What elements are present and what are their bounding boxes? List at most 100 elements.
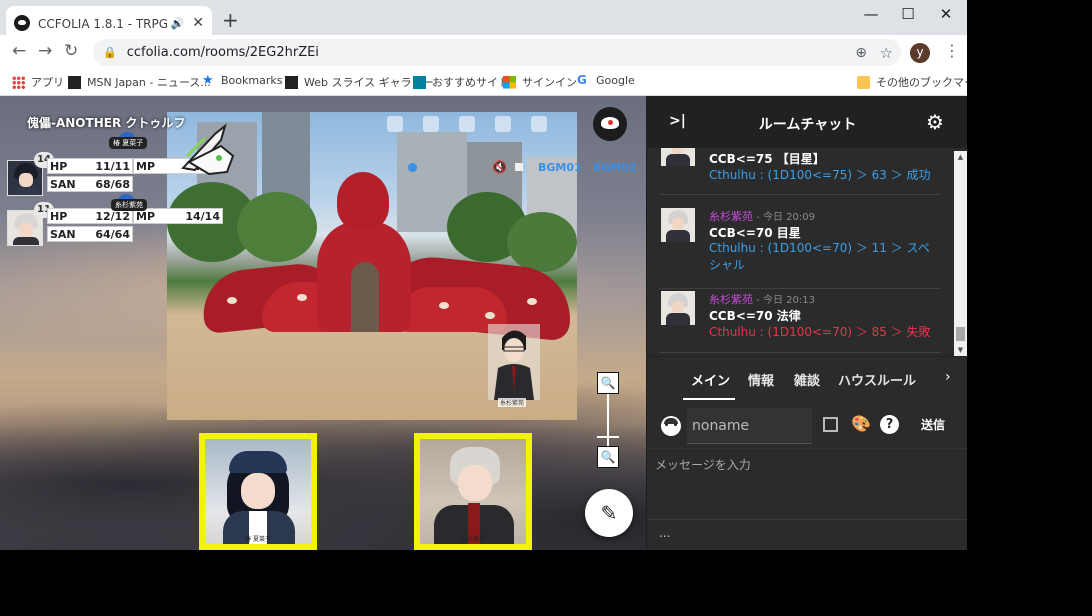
list-icon[interactable] [823,417,838,432]
mute-icon[interactable]: 🔇 [492,160,507,174]
gear-icon[interactable]: ⚙ [926,110,944,134]
bookmark-star-icon[interactable]: ☆ [880,44,893,62]
scroll-thumb[interactable] [956,327,965,341]
room-chat-panel: >| ルームチャット ⚙ CCB<=75 【目星】 Cthulhu : (1D1… [646,96,967,550]
new-tab-button[interactable]: + [222,8,239,32]
edit-pencil-button[interactable]: ✎ [585,489,633,537]
chat-message: 糸杉紫苑 - 今日 20:09 CCB<=70 目星 Cthulhu : (1D… [647,208,953,280]
scroll-down-arrow-icon[interactable]: ▼ [954,344,967,356]
screen-icon-row [387,116,547,132]
message-command: CCB<=75 【目星】 [709,152,825,166]
chat-log[interactable]: CCB<=75 【目星】 Cthulhu : (1D100<=75) ＞ 63 … [647,148,953,356]
scroll-up-arrow-icon[interactable]: ▲ [954,151,967,163]
message-input[interactable] [647,448,967,518]
chat-title: ルームチャット [758,117,857,133]
character-card-2[interactable]: 糸杉紫苑 [414,433,532,550]
stop-icon[interactable] [515,163,523,171]
san-bar: SAN 68/68 [47,176,133,192]
url-text: ccfolia.com/rooms/2EG2hrZEi [126,45,319,60]
menu-kebab-icon[interactable]: ⋮ [944,41,960,60]
room-title: 傀儡-ANOTHER クトゥルフ [27,116,186,130]
profile-avatar[interactable]: y [910,43,930,63]
minimize-button[interactable]: — [853,4,889,24]
windows-icon [503,75,516,89]
zoom-in-icon[interactable]: 🔍 [597,372,619,394]
chat-scrollbar[interactable]: ▲ ▼ [954,151,967,356]
add-icon [459,116,475,132]
more-options-icon[interactable]: ... [659,526,670,540]
bing-icon [413,75,426,89]
token-name-tag: 椿 夏菜子 [109,137,148,149]
octopus-head [337,172,389,230]
palette-icon[interactable]: 🎨 [851,414,871,433]
forward-arrow-icon[interactable]: → [38,41,52,61]
star-icon: ★ [202,73,214,88]
hp-bar: HP 11/11 [47,158,133,174]
bookmark-signin[interactable]: サインイン [503,74,577,90]
bgm02-label[interactable]: BGM02 [593,161,637,174]
install-app-icon[interactable]: ⊕ [855,45,867,61]
display-icon [495,116,511,132]
slice-icon [285,75,298,89]
browser-toolbar: ← → ↻ 🔒 ccfolia.com/rooms/2EG2hrZEi ⊕ ☆ … [0,35,967,70]
card-label: 椿 夏菜子 [245,536,271,543]
pencil-icon: ✎ [600,501,618,525]
bgm-indicator-dot [408,163,417,172]
character-status-2[interactable]: 11 HP 12/12 MP 14/14 SAN 64/64 [7,202,223,246]
message-result: Cthulhu : (1D100<=70) ＞ 85 ＞ 失敗 [709,325,931,339]
bookmarks-bar: アプリ MSN Japan - ニュース... ★ Bookmarks Web … [0,70,967,96]
snake-emblem-icon[interactable] [175,116,239,184]
zoom-slider-track[interactable] [607,392,609,454]
card-label: 糸杉紫苑 [460,536,485,543]
bookmark-msn[interactable]: MSN Japan - ニュース... [68,74,211,90]
tab-chat[interactable]: 雑談 [794,370,820,389]
tab-main[interactable]: メイン [691,370,730,389]
other-bookmarks[interactable]: その他のブックマーク [857,74,967,90]
bgm01-label[interactable]: BGM01 [538,161,582,174]
character-piece[interactable] [486,322,542,402]
octopus-tunnel [351,262,379,332]
game-board[interactable]: 傀儡-ANOTHER クトゥルフ 14 HP11/11 MP14/14 SAN6… [0,96,646,550]
ccfolia-logo-icon[interactable] [593,107,627,141]
back-arrow-icon[interactable]: ← [12,41,26,61]
address-bar[interactable]: 🔒 ccfolia.com/rooms/2EG2hrZEi ⊕ ☆ [93,39,901,66]
google-icon: G [577,73,587,87]
help-icon[interactable]: ? [880,415,899,434]
msn-icon [68,75,81,89]
apps-grid-icon [12,75,25,89]
tab-close-icon[interactable]: ✕ [192,15,204,31]
message-avatar [661,148,695,166]
zoom-out-icon[interactable]: 🔍 [597,446,619,468]
message-avatar [661,208,695,242]
message-avatar [661,291,695,325]
character-name-input[interactable] [687,408,812,444]
zoom-slider-thumb[interactable] [597,436,619,438]
send-button[interactable]: 送信 [921,416,945,433]
tab-info[interactable]: 情報 [748,370,774,389]
chat-message: 糸杉紫苑 - 今日 20:13 CCB<=70 法律 Cthulhu : (1D… [647,291,953,351]
piece-label: 糸杉紫苑 [498,398,527,407]
mp-bar: MP14/14 [133,208,223,224]
maximize-button[interactable]: ☐ [890,4,926,24]
message-sender: 糸杉紫苑 - 今日 20:09 [709,210,815,223]
message-divider [659,288,941,289]
message-divider [659,194,941,195]
bookmark-bookmarks[interactable]: ★ Bookmarks [202,74,282,87]
speaker-icon[interactable]: 🔊 [171,17,185,30]
message-result: Cthulhu : (1D100<=70) ＞ 11 ＞ スペシャル [709,241,930,272]
bookmark-apps[interactable]: アプリ [12,74,64,90]
message-sender: 糸杉紫苑 - 今日 20:13 [709,293,815,306]
bookmark-web-slice[interactable]: Web スライス ギャラリー [285,74,434,90]
close-window-button[interactable]: ✕ [928,4,964,24]
tab-house-rules[interactable]: ハウスルール [838,370,916,389]
bookmark-recommended[interactable]: おすすめサイト [413,74,509,90]
bookmark-google[interactable]: G Google [577,73,635,88]
token-name-tag: 糸杉紫苑 [111,199,147,211]
reload-icon[interactable]: ↻ [64,41,78,61]
character-card-1[interactable]: 椿 夏菜子 [199,433,317,550]
character-face-icon[interactable] [661,416,681,436]
chevron-right-icon[interactable]: › [945,369,951,385]
tab-title: CCFOLIA 1.8.1 - TRPGオンライ [38,16,167,31]
message-divider [659,352,941,353]
lock-icon: 🔒 [103,46,117,59]
